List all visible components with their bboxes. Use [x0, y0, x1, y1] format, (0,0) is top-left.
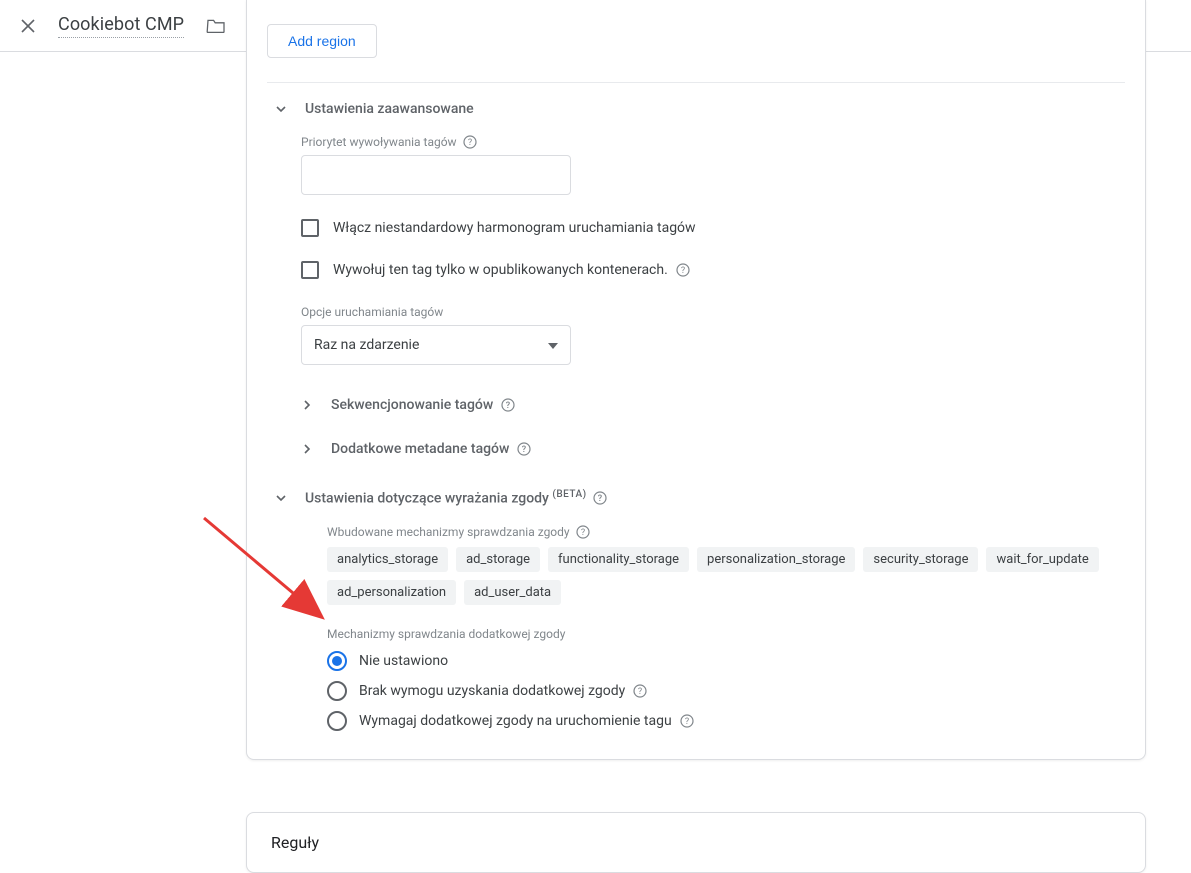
radio-require-additional-text: Wymagaj dodatkowej zgody na uruchomienie…: [359, 713, 672, 729]
chevron-down-icon: [275, 492, 287, 504]
radio-not-set[interactable]: [327, 651, 347, 671]
consent-chip: analytics_storage: [327, 547, 448, 572]
fire-options-value: Raz na zdarzenie: [314, 337, 419, 353]
radio-not-set-label: Nie ustawiono: [359, 653, 448, 669]
tag-config-card: Add region Ustawienia zaawansowane Prior…: [246, 0, 1146, 760]
svg-text:?: ?: [685, 717, 689, 727]
advanced-settings-title: Ustawienia zaawansowane: [305, 101, 474, 117]
svg-text:?: ?: [522, 445, 527, 455]
divider: [267, 82, 1125, 83]
radio-require-additional-label: Wymagaj dodatkowej zgody na uruchomienie…: [359, 713, 694, 729]
chevron-right-icon: [301, 443, 313, 455]
svg-text:?: ?: [597, 494, 602, 504]
rules-card: Reguły: [246, 812, 1146, 873]
dropdown-icon: [548, 337, 558, 353]
close-icon[interactable]: [20, 18, 36, 34]
builtin-consent-label: Wbudowane mechanizmy sprawdzania zgody ?: [327, 525, 1125, 539]
priority-label-text: Priorytet wywoływania tagów: [301, 135, 457, 149]
help-icon[interactable]: ?: [463, 135, 477, 149]
rules-title: Reguły: [271, 833, 1121, 852]
consent-title-text: Ustawienia dotyczące wyrażania zgody: [305, 491, 552, 507]
tag-metadata-toggle[interactable]: Dodatkowe metadane tagów ?: [301, 427, 1125, 471]
svg-text:?: ?: [580, 528, 584, 538]
svg-text:?: ?: [467, 138, 471, 148]
radio-no-additional-label: Brak wymogu uzyskania dodatkowej zgody ?: [359, 683, 647, 699]
priority-input[interactable]: [301, 155, 571, 195]
consent-chip: personalization_storage: [697, 547, 855, 572]
consent-chip: ad_personalization: [327, 580, 456, 605]
tag-sequencing-text: Sekwencjonowanie tagów: [331, 397, 493, 413]
published-only-label: Wywołuj ten tag tylko w opublikowanych k…: [333, 262, 690, 278]
help-icon[interactable]: ?: [517, 442, 531, 456]
help-icon[interactable]: ?: [680, 714, 694, 728]
fire-options-select[interactable]: Raz na zdarzenie: [301, 325, 571, 365]
radio-no-additional-text: Brak wymogu uzyskania dodatkowej zgody: [359, 683, 625, 699]
tag-metadata-title: Dodatkowe metadane tagów ?: [331, 441, 531, 457]
chevron-down-icon: [275, 103, 287, 115]
published-only-text: Wywołuj ten tag tylko w opublikowanych k…: [333, 262, 668, 278]
folder-icon[interactable]: [206, 18, 226, 34]
radio-no-additional[interactable]: [327, 681, 347, 701]
help-icon[interactable]: ?: [676, 263, 690, 277]
tag-sequencing-title: Sekwencjonowanie tagów ?: [331, 397, 515, 413]
svg-text:?: ?: [681, 266, 685, 276]
consent-beta-badge: (BETA): [552, 489, 586, 500]
consent-chip: security_storage: [863, 547, 978, 572]
tag-metadata-text: Dodatkowe metadane tagów: [331, 441, 509, 457]
priority-label: Priorytet wywoływania tagów ?: [301, 135, 1125, 149]
advanced-settings-toggle[interactable]: Ustawienia zaawansowane: [267, 101, 1125, 117]
consent-chip: wait_for_update: [986, 547, 1098, 572]
tag-sequencing-toggle[interactable]: Sekwencjonowanie tagów ?: [301, 383, 1125, 427]
consent-chip: ad_storage: [456, 547, 540, 572]
radio-require-additional[interactable]: [327, 711, 347, 731]
consent-chips: analytics_storage ad_storage functionality…: [327, 547, 1125, 605]
consent-chip: ad_user_data: [464, 580, 561, 605]
page-title[interactable]: Cookiebot CMP: [58, 14, 184, 38]
additional-consent-label: Mechanizmy sprawdzania dodatkowej zgody: [327, 627, 1125, 641]
consent-chip: functionality_storage: [548, 547, 689, 572]
help-icon[interactable]: ?: [593, 491, 607, 505]
chevron-right-icon: [301, 399, 313, 411]
custom-schedule-label: Włącz niestandardowy harmonogram urucham…: [333, 220, 696, 236]
help-icon[interactable]: ?: [501, 398, 515, 412]
svg-text:?: ?: [638, 687, 642, 697]
help-icon[interactable]: ?: [576, 525, 590, 539]
builtin-consent-text: Wbudowane mechanizmy sprawdzania zgody: [327, 525, 570, 539]
consent-settings-title: Ustawienia dotyczące wyrażania zgody (BE…: [305, 489, 607, 507]
add-region-button[interactable]: Add region: [267, 24, 377, 58]
svg-text:?: ?: [506, 401, 511, 411]
fire-options-label: Opcje uruchamiania tagów: [301, 305, 1125, 319]
consent-settings-toggle[interactable]: Ustawienia dotyczące wyrażania zgody (BE…: [267, 489, 1125, 507]
help-icon[interactable]: ?: [633, 684, 647, 698]
published-only-checkbox[interactable]: [301, 261, 319, 279]
custom-schedule-checkbox[interactable]: [301, 219, 319, 237]
